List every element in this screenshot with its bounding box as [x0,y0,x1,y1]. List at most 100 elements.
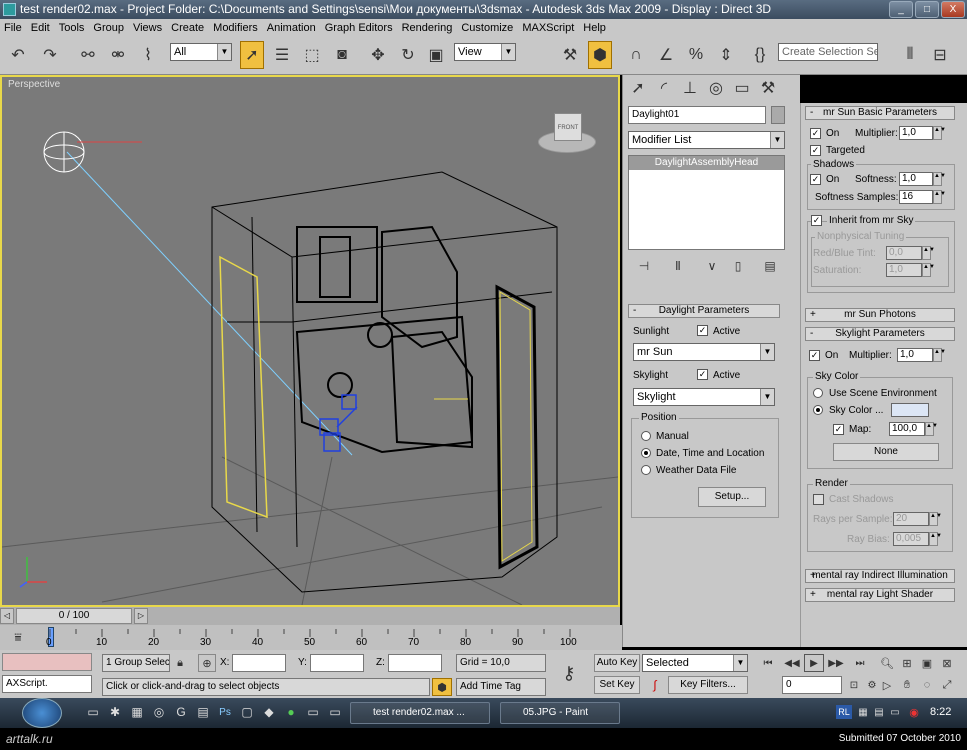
softness-samples-input[interactable]: 16 [899,190,933,204]
select-and-rotate-icon[interactable]: ↻ [396,41,420,69]
time-next-icon[interactable]: ▷ [134,608,148,624]
saturation-spinner[interactable]: ▲▼ [922,263,935,277]
quicklaunch-6-icon[interactable]: ▢ [238,702,256,722]
undo-icon[interactable]: ↶ [6,41,30,69]
curve-editor-icon[interactable]: ⩸ [6,627,30,647]
tray-3-icon[interactable]: ▭ [888,703,902,721]
motion-tab-icon[interactable]: ◎ [705,77,727,99]
tray-antivirus-icon[interactable]: ◉ [906,703,922,721]
select-and-move-icon[interactable]: ✥ [366,41,390,69]
sun-multiplier-spinner[interactable]: ▲▼ [933,126,946,140]
angle-snap-icon[interactable]: ∠ [654,41,678,69]
mr-sun-photons-rollout[interactable]: + mr Sun Photons [805,308,955,322]
named-selection-set-field[interactable]: Create Selection Set [778,43,878,61]
rays-per-sample-input[interactable]: 20 [893,512,929,526]
menu-file[interactable]: File [4,22,22,34]
sun-on-checkbox[interactable]: ✓ [810,128,821,139]
hierarchy-tab-icon[interactable]: ⊥ [679,77,701,99]
time-tag-icon[interactable]: ⬢ [432,678,452,696]
play-icon[interactable]: ▶ [804,654,824,672]
select-and-link-icon[interactable]: ⚯ [76,41,100,69]
menu-graph-editors[interactable]: Graph Editors [325,22,393,34]
softness-spinner[interactable]: ▲▼ [933,172,946,186]
viewcube[interactable]: FRONT [532,105,602,161]
map-none-button[interactable]: None [833,443,939,461]
language-indicator[interactable]: RL [836,705,852,719]
inherit-mr-sky-checkbox[interactable]: ✓ [811,215,822,226]
skylight-parameters-rollout[interactable]: - Skylight Parameters [805,327,955,341]
redo-icon[interactable]: ↷ [38,41,62,69]
skylight-active-checkbox[interactable]: ✓ [697,369,708,380]
close-button[interactable]: X [941,1,965,18]
key-filters-button[interactable]: Key Filters... [668,676,748,694]
menu-modifiers[interactable]: Modifiers [213,22,258,34]
task-paint-button[interactable]: 05.JPG - Paint [500,702,620,724]
make-unique-icon[interactable]: ∨ [701,255,723,277]
select-and-scale-icon[interactable]: ▣ [424,41,448,69]
align-icon[interactable]: ⊟ [928,41,952,69]
previous-frame-icon[interactable]: ◀◀ [782,654,802,672]
maxscript-listener[interactable]: AXScript. [2,675,92,693]
z-coordinate-field[interactable] [388,654,442,672]
viewcube-front-label[interactable]: FRONT [554,113,582,141]
daylight-parameters-rollout[interactable]: - Daylight Parameters [628,304,780,318]
menu-create[interactable]: Create [171,22,204,34]
quicklaunch-2-icon[interactable]: ▦ [128,702,146,722]
edit-named-selection-icon[interactable]: {} [748,41,772,69]
spinner-snap-icon[interactable]: ⇕ [714,41,738,69]
menu-group[interactable]: Group [93,22,124,34]
tray-1-icon[interactable]: ▦ [856,703,870,721]
go-to-end-icon[interactable]: ⏭ [850,654,870,672]
show-end-result-icon[interactable]: Ⅱ [667,255,689,277]
menu-rendering[interactable]: Rendering [402,22,453,34]
create-tab-icon[interactable]: ➚ [627,77,649,99]
maximize-button[interactable]: □ [915,1,939,18]
mental-ray-indirect-rollout[interactable]: + mental ray Indirect Illumination [805,569,955,583]
targeted-checkbox[interactable]: ✓ [810,145,821,156]
snaps-toggle-icon[interactable]: ∩ [624,41,648,69]
lock-selection-icon[interactable]: 🔒︎ [172,654,188,672]
modify-tab-icon[interactable]: ◜ [653,77,675,99]
sky-multiplier-spinner[interactable]: ▲▼ [933,348,946,362]
keyboard-shortcut-override-icon[interactable]: ⬢ [588,41,612,69]
modifier-list-dropdown[interactable]: Modifier List ▼ [628,131,785,149]
set-key-button[interactable]: Set Key [594,676,640,694]
go-to-start-icon[interactable]: ⏮ [758,654,778,672]
red-blue-tint-spinner[interactable]: ▲▼ [922,246,935,260]
stack-item[interactable]: DaylightAssemblyHead [629,156,784,170]
manual-radio[interactable] [641,431,651,441]
mirror-icon[interactable]: ⫴ [898,41,922,69]
photoshop-icon[interactable]: Ps [216,702,234,722]
sun-type-dropdown[interactable]: mr Sun ▼ [633,343,775,361]
select-by-name-icon[interactable]: ☰ [270,41,294,69]
x-coordinate-field[interactable] [232,654,286,672]
ray-bias-input[interactable]: 0,005 [893,532,929,546]
perspective-viewport[interactable]: Perspective FRONT [0,75,620,607]
selection-filter-dropdown[interactable]: All ▼ [170,43,232,61]
time-prev-icon[interactable]: ◁ [0,608,14,624]
maxscript-listener-top[interactable] [2,653,92,671]
ray-bias-spinner[interactable]: ▲▼ [929,532,942,546]
start-button-icon[interactable] [22,698,62,728]
zoom-icon[interactable]: 🔍︎ [878,654,896,672]
set-key-mode-icon[interactable]: ⚷ [554,658,584,688]
show-desktop-icon[interactable]: ▭ [84,702,102,722]
sky-color-radio[interactable] [813,405,823,415]
quicklaunch-10-icon[interactable]: ▭ [326,702,344,722]
select-object-icon[interactable]: ➚ [240,41,264,69]
next-frame-icon[interactable]: ▶▶ [826,654,846,672]
use-scene-environment-radio[interactable] [813,388,823,398]
current-frame-field[interactable]: 0 [782,676,842,694]
sunlight-active-checkbox[interactable]: ✓ [697,325,708,336]
sky-color-swatch[interactable] [891,403,929,417]
remove-modifier-icon[interactable]: ▯ [727,255,749,277]
percent-snap-icon[interactable]: % [684,41,708,69]
unlink-icon[interactable]: ⚮ [106,41,130,69]
weather-data-file-radio[interactable] [641,465,651,475]
menu-edit[interactable]: Edit [31,22,50,34]
add-time-tag-button[interactable]: Add Time Tag [456,678,546,696]
sky-type-dropdown[interactable]: Skylight ▼ [633,388,775,406]
sun-multiplier-input[interactable]: 1,0 [899,126,933,140]
softness-input[interactable]: 1,0 [899,172,933,186]
menu-views[interactable]: Views [133,22,162,34]
